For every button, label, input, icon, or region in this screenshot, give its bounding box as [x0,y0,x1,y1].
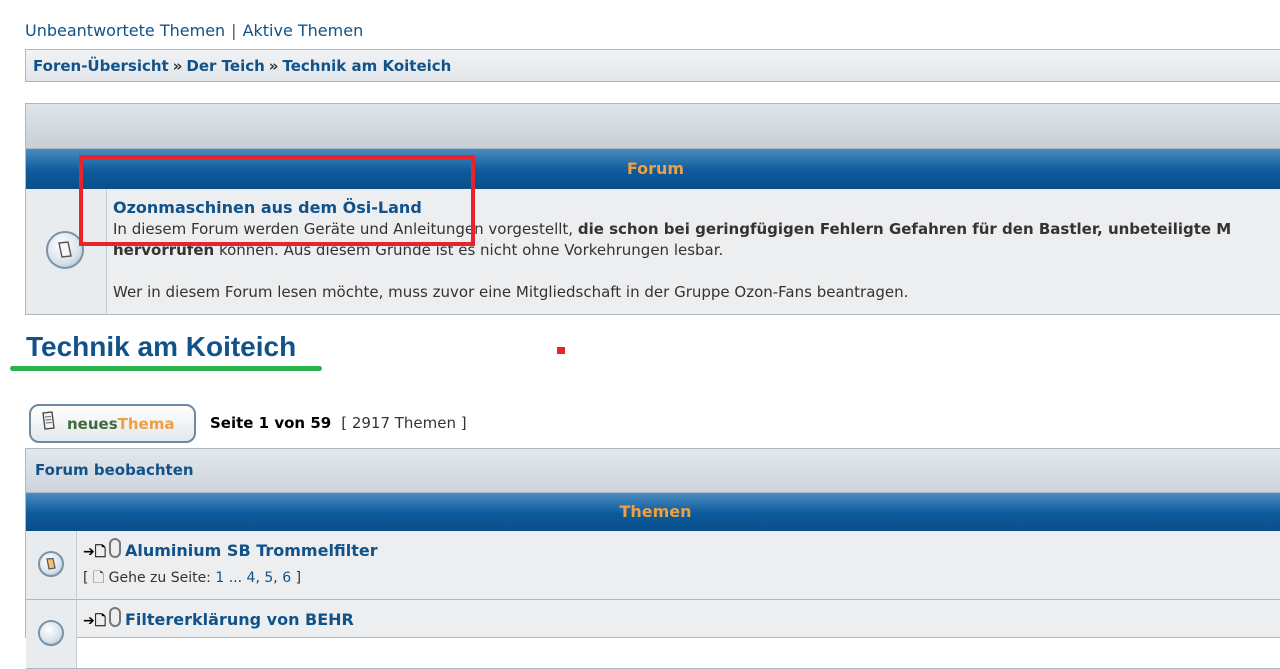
topic-read-icon [38,551,64,577]
topic-icon-cell [26,531,77,599]
active-topics-link[interactable]: Aktive Themen [243,21,364,40]
subforum-table-top-bar [26,104,1280,149]
breadcrumb-forum-index[interactable]: Foren-Übersicht [33,57,169,75]
goto-page-end: ] [295,570,302,586]
topics-column-header: Themen [26,493,1280,531]
topic-text: ➔🗋 Filtererklärung von BEHR [83,607,354,634]
topic-title-link[interactable]: Aluminium SB Trommelfilter [125,541,378,560]
topic-title-link[interactable]: Filtererklärung von BEHR [125,610,354,629]
breadcrumb-separator: » [172,57,183,75]
goto-page-4[interactable]: 4 [247,570,256,586]
breadcrumb: Foren-Übersicht» Der Teich» Technik am Koi… [25,49,1280,82]
annotation-red-dot [557,347,565,354]
topic-icon-cell [26,600,77,668]
attachment-icon [109,607,121,627]
watch-forum-bar: Forum beobachten [26,449,1280,493]
topic-table: Forum beobachten Themen ➔🗋 Aluminium SB T… [25,448,1280,669]
link-separator: | [231,21,237,40]
goto-page-ellipsis: ... [228,570,243,586]
goto-page-1[interactable]: 1 [215,570,224,586]
breadcrumb-der-teich[interactable]: Der Teich [186,57,264,75]
document-icon [39,410,59,437]
topic-text: ➔🗋 Aluminium SB Trommelfilter [ 🗋 Gehe zu… [83,538,378,591]
topic-moved-mark-icon: ➔🗋 [83,613,106,629]
new-topic-word1: neues [67,414,118,433]
breadcrumb-technik[interactable]: Technik am Koiteich [283,57,452,75]
breadcrumb-separator: » [268,57,279,75]
new-topic-button[interactable]: neues Thema [29,404,196,443]
subforum-desc-bold: die schon bei geringfügigen Fehlern Gefa… [577,220,1232,238]
pagination: Seite 1 von 59 [ 2917 Themen ] [210,414,467,432]
page-title[interactable]: Technik am Koiteich [26,331,296,363]
annotation-red-rectangle [79,155,475,246]
new-topic-word2: Thema [117,414,175,433]
watch-forum-link[interactable]: Forum beobachten [35,461,194,479]
topic-row: ➔🗋 Aluminium SB Trommelfilter [ 🗋 Gehe zu… [26,531,1280,600]
topic-moved-mark-icon: ➔🗋 [83,544,106,560]
topic-read-icon [38,620,64,646]
goto-page: [ 🗋 Gehe zu Seite: 1 ... 4, 5, 6 ] [83,570,302,586]
unanswered-topics-link[interactable]: Unbeantwortete Themen [25,21,225,40]
subforum-desc-3: Wer in diesem Forum lesen möchte, muss z… [113,283,909,301]
page-indicator: Seite 1 von 59 [210,414,332,432]
annotation-green-underline [10,366,322,371]
topic-count: [ 2917 Themen ] [341,414,467,432]
goto-page-6[interactable]: 6 [282,570,291,586]
topic-row: ➔🗋 Filtererklärung von BEHR [26,600,1280,669]
goto-page-5[interactable]: 5 [264,570,273,586]
goto-page-label: [ 🗋 Gehe zu Seite: [83,570,211,586]
top-links: Unbeantwortete Themen | Aktive Themen [25,21,363,40]
attachment-icon [109,538,121,558]
